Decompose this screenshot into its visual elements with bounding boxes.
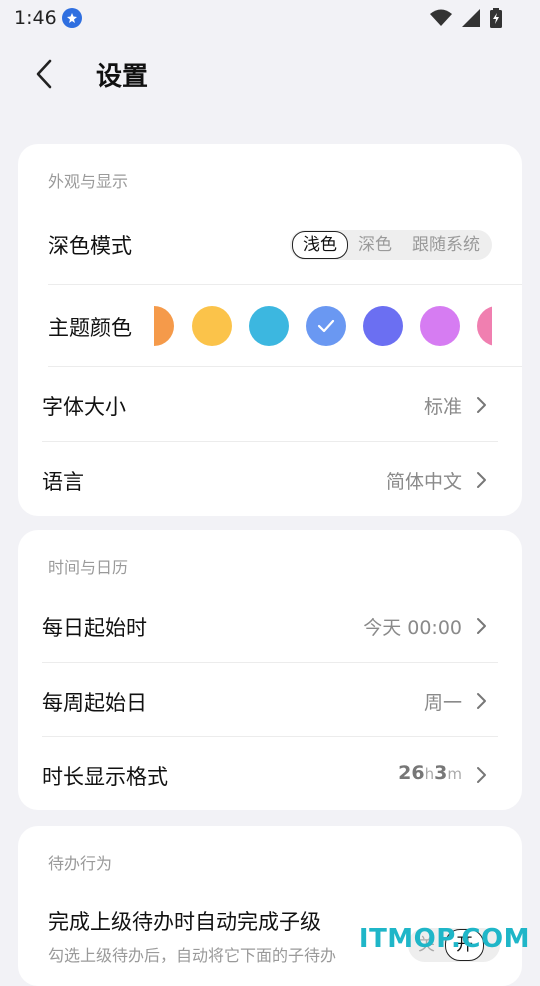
- appearance-card: 外观与显示 深色模式 浅色 深色 跟随系统 主题颜色 字体大小 标准 语言 简体…: [18, 144, 522, 516]
- color-swatch-yellow[interactable]: [192, 306, 232, 346]
- day-start-row[interactable]: 每日起始时 今天 00:00: [18, 588, 522, 662]
- watermark-text: ITMOP.COM: [358, 924, 530, 954]
- dark-mode-option-light[interactable]: 浅色: [292, 231, 348, 259]
- app-notification-icon: [62, 8, 82, 28]
- language-row[interactable]: 语言 简体中文: [18, 442, 522, 516]
- page-title: 设置: [96, 62, 149, 92]
- theme-color-label: 主题颜色: [48, 316, 132, 340]
- auto-complete-description: 勾选上级待办后，自动将它下面的子待办: [48, 946, 337, 965]
- color-swatch-violet[interactable]: [420, 306, 460, 346]
- dark-mode-selector: 浅色 深色 跟随系统: [290, 230, 492, 260]
- chevron-right-icon: [477, 472, 486, 488]
- wifi-icon: [430, 9, 452, 31]
- status-time: 1:46: [14, 7, 57, 29]
- duration-hours-unit: h: [424, 765, 435, 783]
- week-start-row[interactable]: 每周起始日 周一: [18, 663, 522, 737]
- day-start-label: 每日起始时: [42, 616, 147, 640]
- theme-color-swatches: [154, 304, 492, 348]
- duration-format-value: 26h3m: [398, 762, 462, 784]
- color-swatch-cyan[interactable]: [249, 306, 289, 346]
- section-title-todo: 待办行为: [48, 854, 113, 873]
- duration-format-row[interactable]: 时长显示格式 26h3m: [18, 737, 522, 810]
- font-size-value: 标准: [423, 396, 462, 418]
- chevron-left-icon: [36, 59, 52, 89]
- dark-mode-option-system[interactable]: 跟随系统: [402, 232, 490, 258]
- auto-complete-label: 完成上级待办时自动完成子级: [48, 910, 321, 934]
- back-button[interactable]: [24, 54, 64, 94]
- week-start-value: 周一: [423, 692, 462, 714]
- duration-minutes-number: 3: [434, 762, 448, 784]
- duration-hours-number: 26: [398, 762, 425, 784]
- duration-format-label: 时长显示格式: [42, 765, 168, 789]
- divider: [48, 284, 522, 285]
- color-swatch-pink[interactable]: [477, 306, 492, 346]
- signal-icon: [462, 9, 480, 31]
- day-start-value: 今天 00:00: [363, 617, 462, 639]
- top-bar: 设置: [0, 44, 540, 104]
- section-title-time-calendar: 时间与日历: [48, 558, 129, 577]
- font-size-label: 字体大小: [42, 395, 126, 419]
- font-size-row[interactable]: 字体大小 标准: [18, 367, 522, 441]
- duration-minutes-unit: m: [447, 765, 462, 783]
- color-swatch-orange[interactable]: [154, 306, 174, 346]
- dark-mode-label: 深色模式: [48, 234, 132, 258]
- todo-behavior-card: 待办行为 完成上级待办时自动完成子级 勾选上级待办后，自动将它下面的子待办 关 …: [18, 826, 522, 986]
- color-swatch-blue[interactable]: [306, 306, 346, 346]
- chevron-right-icon: [477, 767, 486, 783]
- week-start-label: 每周起始日: [42, 691, 147, 715]
- color-swatch-indigo[interactable]: [363, 306, 403, 346]
- status-bar: 1:46: [0, 0, 540, 36]
- chevron-right-icon: [477, 618, 486, 634]
- language-label: 语言: [42, 470, 84, 494]
- checkmark-icon: [317, 319, 335, 333]
- time-calendar-card: 时间与日历 每日起始时 今天 00:00 每周起始日 周一 时长显示格式 26h…: [18, 530, 522, 810]
- section-title-appearance: 外观与显示: [48, 172, 129, 191]
- chevron-right-icon: [477, 693, 486, 709]
- battery-icon: [490, 8, 502, 32]
- dark-mode-option-dark[interactable]: 深色: [348, 232, 402, 258]
- chevron-right-icon: [477, 397, 486, 413]
- language-value: 简体中文: [385, 471, 462, 493]
